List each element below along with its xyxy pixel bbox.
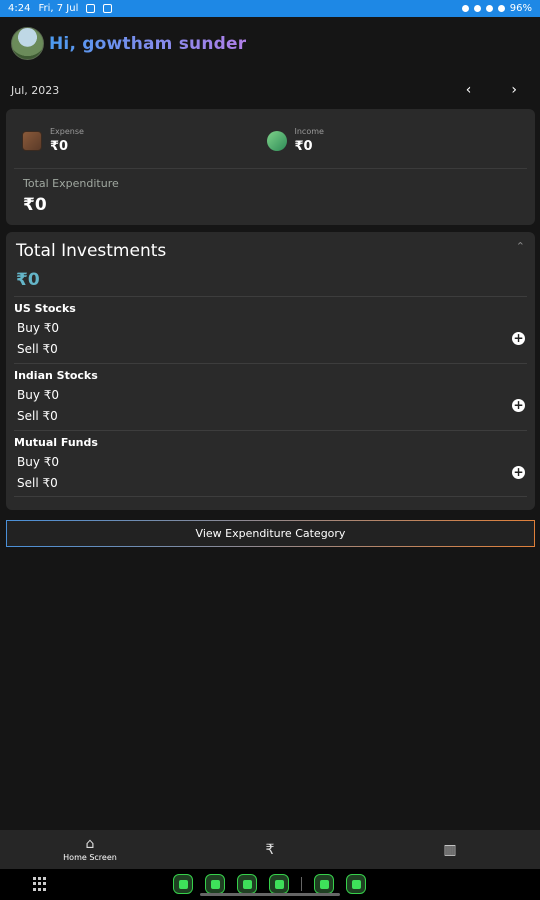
flower-icon[interactable] — [314, 874, 334, 894]
nav-home-label: Home Screen — [63, 853, 117, 862]
expense-label: Expense — [50, 127, 84, 136]
dock-app-icon[interactable] — [173, 874, 193, 894]
bottom-navigation: ⌂ Home Screen ₹ ▥ — [0, 830, 540, 869]
month-label: Jul, 2023 — [11, 83, 60, 97]
settings-icon[interactable] — [346, 874, 366, 894]
chevron-up-icon[interactable]: ⌃ — [516, 240, 525, 253]
lock-icon — [103, 4, 113, 13]
battery-level: 96% — [509, 3, 532, 14]
wifi-icon — [485, 5, 493, 12]
dock-divider — [301, 877, 302, 891]
add-icon[interactable]: + — [512, 332, 525, 345]
location-icon — [497, 5, 505, 12]
nav-expenses[interactable]: ₹ — [180, 843, 360, 857]
folder-icon[interactable] — [205, 874, 225, 894]
investment-section-indian-stocks: Indian Stocks Buy ₹0 Sell ₹0 + — [14, 363, 527, 430]
chevron-left-icon[interactable]: ‹ — [466, 82, 472, 98]
status-bar: 4:24 Fri, 7 Jul 96% — [0, 0, 540, 17]
app-dock — [173, 874, 366, 894]
investment-section-us-stocks: US Stocks Buy ₹0 Sell ₹0 + — [14, 296, 527, 363]
section-name: US Stocks — [14, 302, 76, 315]
period-selector: Jul, 2023 ‹ › — [11, 82, 529, 98]
expense-value: ₹0 — [50, 139, 69, 154]
status-date: Fri, 7 Jul — [38, 3, 79, 14]
bar-chart-icon: ▥ — [443, 841, 457, 858]
home-icon: ⌂ — [85, 836, 95, 852]
income-summary: Income ₹0 — [266, 127, 512, 168]
money-icon — [266, 131, 287, 151]
nav-stats[interactable]: ▥ — [360, 843, 540, 857]
wallet-icon — [22, 131, 42, 151]
view-expenditure-category-button[interactable]: View Expenditure Category — [6, 520, 535, 547]
expense-summary: Expense ₹0 — [22, 127, 267, 168]
add-icon[interactable]: + — [512, 399, 525, 412]
greeting-text: Hi, gowtham sunder — [49, 33, 247, 54]
chat-icon[interactable] — [269, 874, 289, 894]
greeting-header: Hi, gowtham sunder — [11, 27, 246, 60]
sell-value: Sell ₹0 — [17, 342, 58, 356]
home-gesture-bar[interactable] — [200, 893, 340, 896]
investment-section-mutual-funds: Mutual Funds Buy ₹0 Sell ₹0 + — [14, 430, 527, 497]
income-value: ₹0 — [294, 139, 313, 154]
section-name: Mutual Funds — [14, 436, 98, 449]
status-time: 4:24 — [8, 3, 31, 14]
buy-value: Buy ₹0 — [17, 321, 60, 335]
investments-total: ₹0 — [16, 270, 40, 290]
chevron-right-icon[interactable]: › — [511, 82, 517, 98]
investments-title: Total Investments — [16, 241, 167, 261]
total-expenditure-value: ₹0 — [23, 195, 47, 215]
section-name: Indian Stocks — [14, 369, 98, 382]
app-drawer-icon[interactable] — [33, 877, 47, 891]
notification-icon — [86, 4, 96, 13]
calendar-icon[interactable] — [237, 874, 257, 894]
avatar[interactable] — [11, 27, 44, 60]
add-icon[interactable]: + — [512, 466, 525, 479]
total-expenditure-label: Total Expenditure — [23, 177, 119, 190]
buy-value: Buy ₹0 — [17, 388, 60, 402]
rupee-icon: ₹ — [265, 841, 275, 858]
mute-icon — [473, 5, 481, 12]
nav-home[interactable]: ⌂ Home Screen — [0, 837, 180, 862]
sell-value: Sell ₹0 — [17, 476, 58, 490]
buy-value: Buy ₹0 — [17, 455, 60, 469]
investments-card: Total Investments ⌃ ₹0 US Stocks Buy ₹0 … — [6, 232, 535, 510]
summary-card: Expense ₹0 Income ₹0 Total Expenditure ₹… — [6, 109, 535, 225]
alarm-icon — [461, 5, 469, 12]
sell-value: Sell ₹0 — [17, 409, 58, 423]
income-label: Income — [294, 127, 324, 136]
